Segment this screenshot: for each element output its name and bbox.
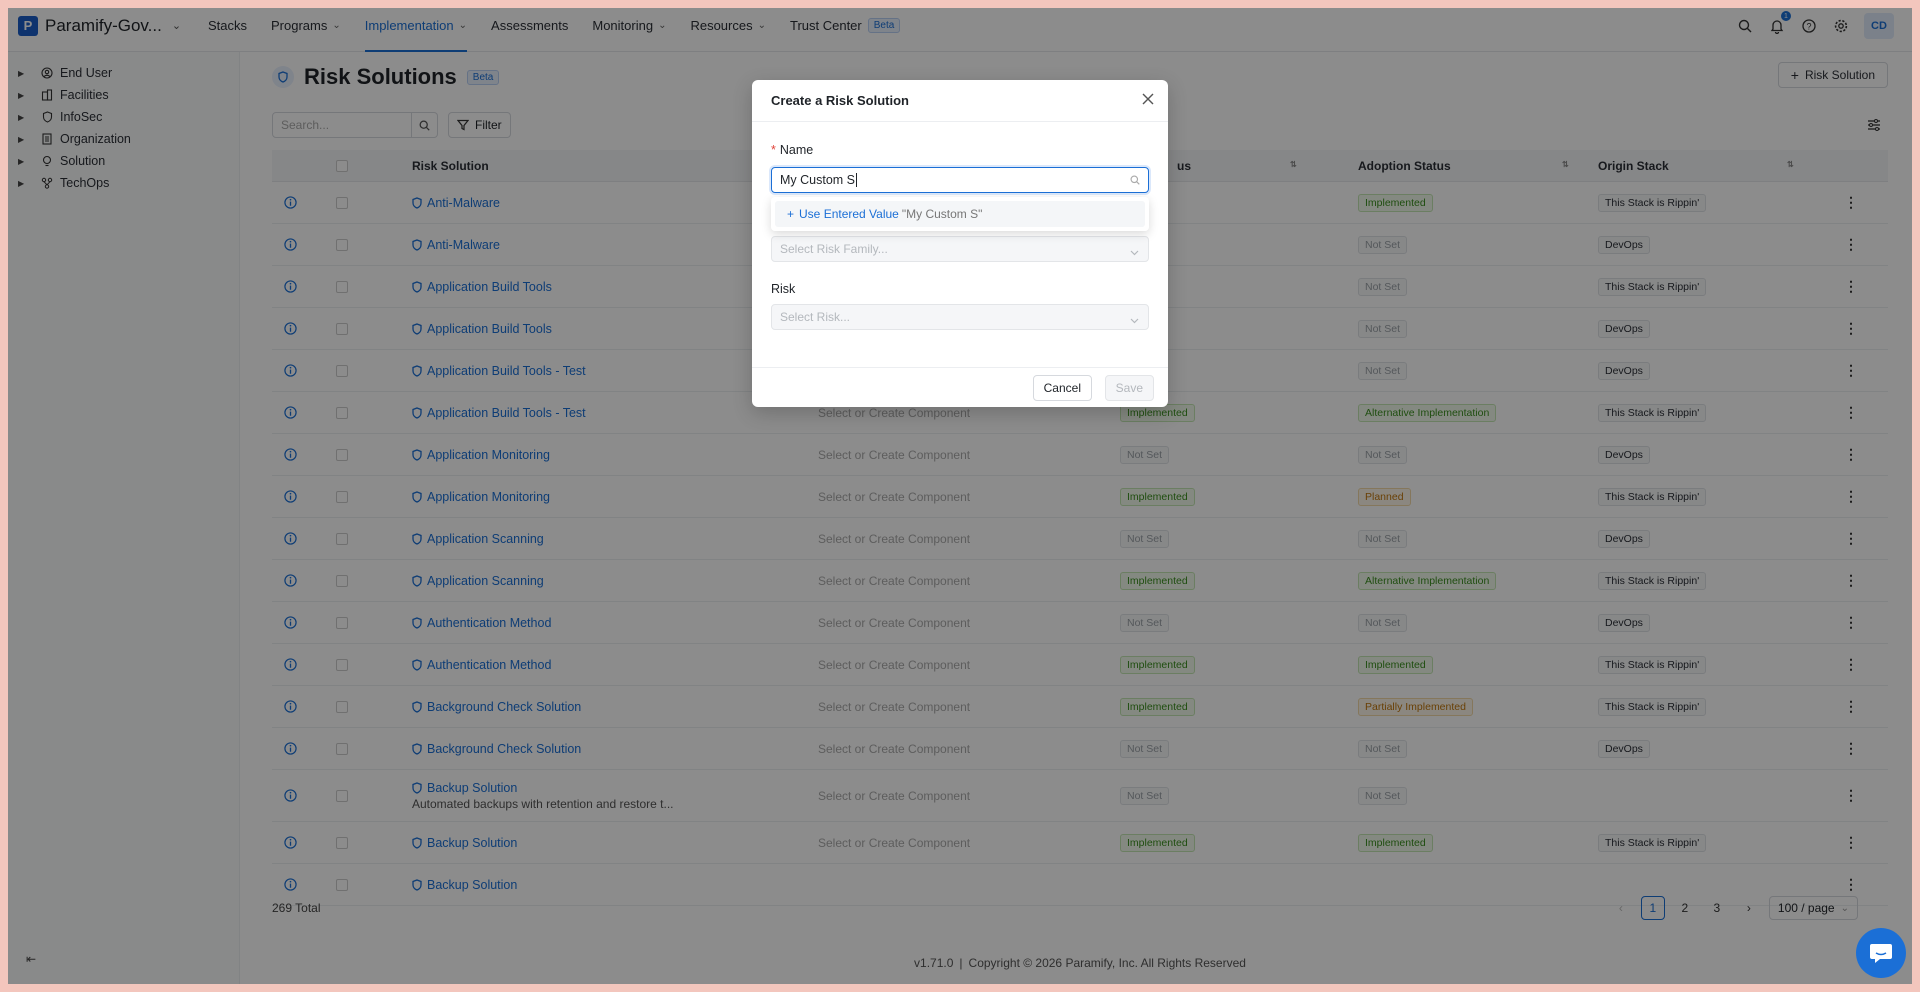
use-entered-value: "My Custom S" <box>901 207 983 221</box>
save-button[interactable]: Save <box>1104 375 1154 401</box>
chevron-down-icon <box>1130 313 1139 327</box>
text-cursor <box>856 173 858 187</box>
use-entered-label: Use Entered Value <box>799 207 899 221</box>
close-icon[interactable] <box>1142 93 1154 108</box>
search-icon <box>1130 174 1140 188</box>
name-label-text: Name <box>779 143 814 157</box>
name-field[interactable]: My Custom S <box>771 167 1149 193</box>
risk-family-placeholder: Select Risk Family... <box>780 242 888 256</box>
dialog-title: Create a Risk Solution <box>771 93 909 108</box>
plus-icon: + <box>787 207 795 221</box>
chat-icon <box>1870 944 1892 963</box>
name-value: My Custom S <box>780 173 856 187</box>
create-risk-solution-dialog: Create a Risk Solution * Name My Custom S… <box>752 80 1168 407</box>
chat-launcher-button[interactable] <box>1856 928 1906 978</box>
risk-select[interactable]: Select Risk... <box>771 304 1149 330</box>
dialog-footer: Cancel Save <box>752 367 1168 407</box>
dialog-header: Create a Risk Solution <box>752 80 1168 122</box>
chevron-down-icon <box>1130 245 1139 259</box>
risk-field-label: Risk <box>771 282 796 296</box>
use-entered-value-option[interactable]: + Use Entered Value "My Custom S" <box>775 201 1145 227</box>
name-suggestions-dropdown: + Use Entered Value "My Custom S" <box>771 197 1149 231</box>
risk-placeholder: Select Risk... <box>780 310 851 324</box>
name-field-label: * Name <box>771 143 813 157</box>
cancel-button[interactable]: Cancel <box>1032 375 1092 401</box>
required-marker: * <box>771 143 776 157</box>
risk-family-select[interactable]: Select Risk Family... <box>771 236 1149 262</box>
